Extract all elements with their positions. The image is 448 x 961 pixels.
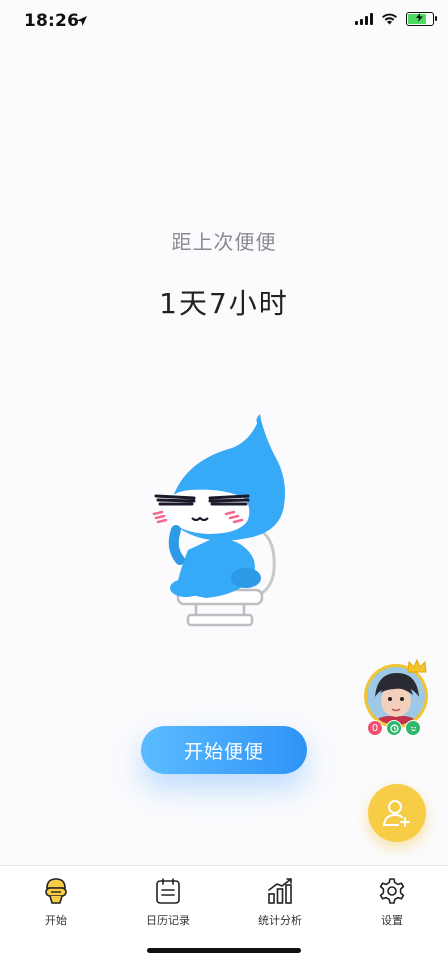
add-user-icon [383,800,410,827]
tab-label: 设置 [381,914,403,927]
smile-icon [405,720,421,736]
status-bar: 18:26 [0,0,448,44]
mascot-on-toilet-illustration [152,414,285,627]
tab-statistics[interactable]: 统计分析 [224,876,336,928]
home-indicator[interactable] [147,948,301,953]
location-arrow-icon [77,16,87,26]
crown-icon [407,658,427,673]
tab-start[interactable]: 开始 [0,876,112,928]
toilet-icon [45,878,67,904]
cellular-signal-icon [355,13,373,25]
since-last-label: 距上次便便 [171,230,277,254]
tab-label: 日历记录 [146,914,190,927]
add-friend-button[interactable] [368,784,426,842]
tab-settings[interactable]: 设置 [336,876,448,928]
status-time: 18:26 [24,11,80,31]
wifi-icon [382,13,397,25]
friend-avatar-widget[interactable]: 0 [364,658,432,740]
gear-icon [379,878,405,904]
count-badge: 0 [367,720,383,736]
start-button[interactable]: 开始便便 [141,726,307,774]
calendar-icon [156,878,180,904]
tab-bar: 开始 日历记录 统计分析 设置 [0,865,448,961]
tab-label: 开始 [45,914,67,927]
tab-label: 统计分析 [258,914,302,927]
status-badges: 0 [367,720,421,736]
avatar [367,667,425,725]
clock-icon [386,720,402,736]
tab-calendar[interactable]: 日历记录 [112,876,224,928]
status-indicators [355,12,437,26]
chart-icon [268,878,292,904]
elapsed-duration: 1天7小时 [159,287,289,320]
battery-icon [406,12,437,26]
